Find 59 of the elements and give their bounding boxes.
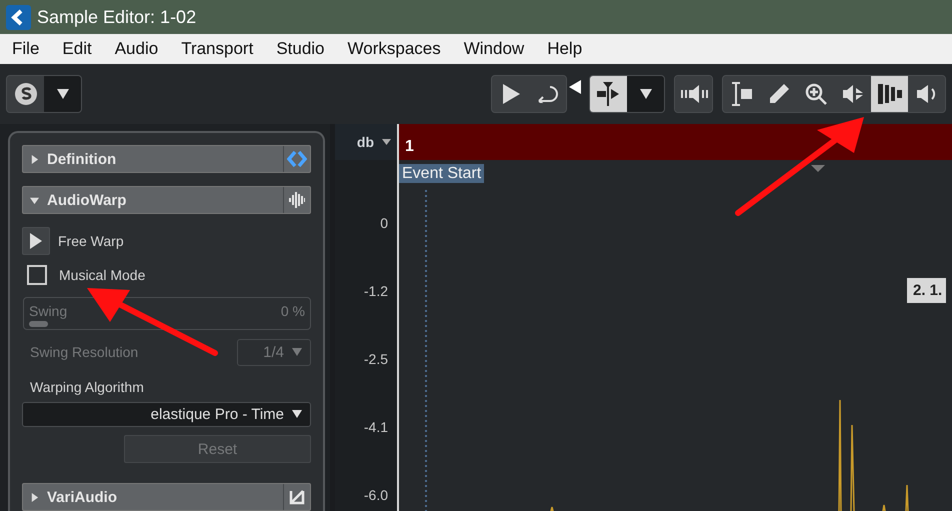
variaudio-icon [289, 489, 305, 505]
musical-mode-checkbox[interactable] [27, 265, 47, 285]
menu-item[interactable]: Window [464, 39, 524, 59]
tool-button[interactable] [590, 76, 627, 112]
section-toggle[interactable]: Definition [23, 146, 283, 172]
warp-icon [876, 83, 902, 105]
zoom-icon [804, 83, 826, 105]
scale-label: -4.1 [362, 418, 389, 437]
app-logo-icon [6, 4, 31, 30]
loop-icon [536, 85, 560, 103]
play-icon [502, 84, 520, 104]
waveform-icon [288, 191, 306, 209]
dropdown-button[interactable] [44, 76, 81, 112]
caret-icon [292, 348, 302, 356]
locator-triangle-icon [569, 80, 581, 94]
musical-mode-label: Musical Mode [59, 267, 146, 283]
caret-icon [640, 89, 652, 99]
menu-item[interactable]: Audio [114, 39, 158, 59]
speaker-icon [916, 84, 938, 104]
menu-item[interactable]: Edit [62, 39, 92, 59]
section-toggle[interactable]: VariAudio [23, 484, 283, 510]
section-toggle[interactable]: AudioWarp [23, 187, 283, 213]
menu-item[interactable]: Workspaces [348, 39, 441, 59]
menu-item[interactable]: Transport [181, 39, 254, 59]
window-title: Sample Editor: 1-02 [37, 6, 196, 28]
speaker-icon [680, 84, 708, 104]
swing-label: Swing [29, 303, 68, 319]
swing-resolution-label: Swing Resolution [30, 344, 140, 360]
caret-icon [56, 89, 68, 99]
menu-item[interactable]: Help [547, 39, 582, 59]
marker-label: 2. 1. [907, 278, 946, 303]
event-start-label: Event Start [399, 164, 484, 183]
unit-label: db [356, 134, 374, 150]
split-icon [596, 82, 622, 106]
warping-algorithm-label: Warping Algorithm [30, 378, 144, 395]
free-warp-label: Free Warp [58, 233, 124, 249]
pencil-icon [768, 83, 790, 105]
tool-button[interactable] [871, 76, 908, 112]
warping-algorithm-dropdown[interactable]: elastique Pro - Time [22, 402, 311, 427]
bar-number: 1 [405, 138, 414, 156]
scale-label: -2.5 [362, 350, 389, 369]
expand-triangle-icon [30, 154, 39, 164]
caret-icon [292, 410, 302, 418]
caret-icon[interactable] [382, 139, 391, 145]
swing-value: 0 % [280, 303, 305, 319]
scale-label: 0 [379, 214, 389, 233]
cursor-icon [29, 232, 43, 250]
brackets-icon [287, 151, 307, 167]
solo-icon [14, 82, 38, 106]
mute-icon [842, 84, 864, 104]
expand-triangle-icon [30, 492, 39, 502]
scale-label: -1.2 [362, 282, 389, 301]
menu-item[interactable]: Studio [276, 39, 325, 59]
free-warp-button[interactable] [22, 227, 50, 255]
collapse-triangle-icon [30, 196, 39, 204]
range-select-icon [730, 82, 752, 106]
menu-item[interactable]: File [12, 39, 40, 59]
scale-label: -6.0 [362, 486, 389, 505]
dropdown-button[interactable] [627, 76, 664, 112]
